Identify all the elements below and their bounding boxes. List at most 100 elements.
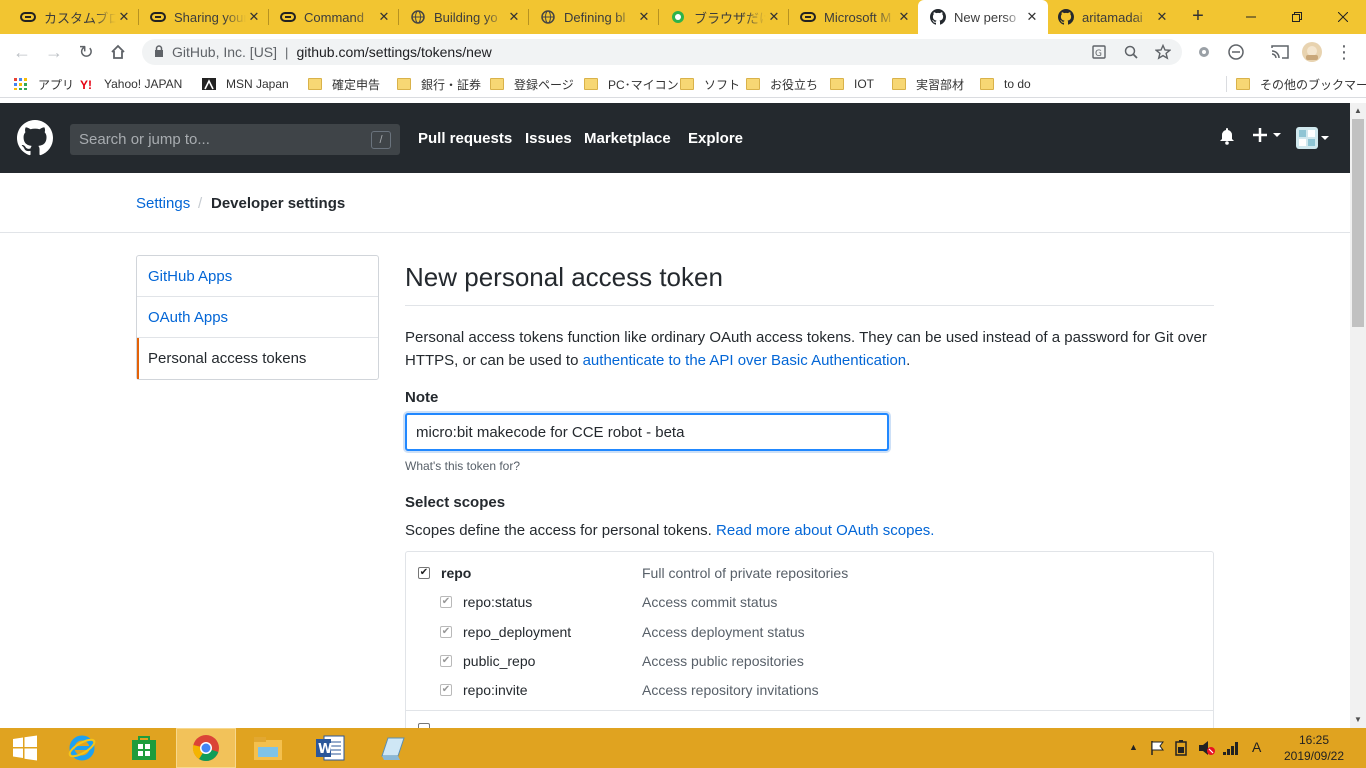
- breadcrumb-settings[interactable]: Settings: [136, 195, 190, 212]
- bookmark-yahoo[interactable]: Y! Yahoo! JAPAN: [80, 75, 182, 93]
- tab-0[interactable]: カスタムブロッ ✕: [0, 0, 140, 34]
- forward-icon[interactable]: →: [42, 40, 66, 64]
- taskbar-clock[interactable]: 16:25 2019/09/22: [1276, 732, 1352, 764]
- bookmark-folder-8[interactable]: 実習部材: [892, 75, 964, 93]
- home-icon[interactable]: [106, 40, 130, 64]
- yahoo-icon: Y!: [80, 78, 92, 92]
- bookmark-folder-4[interactable]: PC･マイコン: [584, 75, 679, 93]
- folder-icon: [680, 78, 694, 90]
- window-close-icon[interactable]: [1320, 0, 1366, 34]
- nav-pull-requests[interactable]: Pull requests: [418, 130, 512, 147]
- reload-icon[interactable]: ↻: [74, 40, 98, 64]
- scope-row-repo: ✔ repo Full control of private repositor…: [406, 563, 1213, 583]
- tab-8[interactable]: aritamadai ✕: [1048, 0, 1178, 34]
- bookmark-folder-9[interactable]: to do: [980, 75, 1031, 93]
- folder-icon: [584, 78, 598, 90]
- word-icon[interactable]: W: [300, 728, 360, 768]
- notepad-icon[interactable]: [362, 728, 422, 768]
- search-input[interactable]: Search or jump to... /: [70, 124, 400, 155]
- scopes-list: ✔ repo Full control of private repositor…: [405, 551, 1214, 731]
- internet-explorer-icon[interactable]: [52, 728, 112, 768]
- back-icon[interactable]: ←: [10, 40, 34, 64]
- browser-tab-strip: カスタムブロッ ✕ Sharing your ✕ Command ✕ Build…: [0, 0, 1366, 34]
- address-bar[interactable]: GitHub, Inc. [US] | github.com/settings/…: [142, 39, 1182, 65]
- profile-avatar[interactable]: [1300, 40, 1324, 64]
- bookmark-folder-1[interactable]: 確定申告: [308, 75, 380, 93]
- basic-auth-link[interactable]: authenticate to the API over Basic Authe…: [583, 352, 907, 369]
- close-icon[interactable]: ✕: [896, 9, 912, 25]
- bookmark-msn[interactable]: MSN Japan: [202, 75, 289, 93]
- file-explorer-icon[interactable]: [238, 728, 298, 768]
- menu-item-github-apps[interactable]: GitHub Apps: [137, 256, 378, 297]
- bookmark-folder-7[interactable]: IOT: [830, 75, 874, 93]
- new-tab-button[interactable]: +: [1186, 5, 1210, 29]
- clock-time: 16:25: [1298, 733, 1330, 747]
- store-icon[interactable]: [114, 728, 174, 768]
- network-signal-icon[interactable]: [1222, 740, 1240, 759]
- browser-menu-icon[interactable]: ⋮: [1332, 40, 1356, 64]
- tab-6[interactable]: Microsoft M ✕: [780, 0, 920, 34]
- bookmark-folder-2[interactable]: 銀行・証券: [397, 75, 481, 93]
- battery-icon[interactable]: [1174, 740, 1188, 759]
- restore-icon[interactable]: [1274, 0, 1320, 34]
- folder-icon: [830, 78, 844, 90]
- scopes-title: Select scopes: [405, 494, 506, 511]
- scroll-down-icon[interactable]: ▼: [1350, 712, 1366, 728]
- scope-checkbox-repo-invite[interactable]: ✔: [440, 684, 452, 696]
- oauth-scopes-link[interactable]: Read more about OAuth scopes.: [716, 522, 934, 539]
- extension-chat-icon[interactable]: [1224, 40, 1248, 64]
- developer-settings-menu: GitHub Apps OAuth Apps Personal access t…: [136, 255, 379, 380]
- scope-checkbox-public-repo[interactable]: ✔: [440, 655, 452, 667]
- chrome-icon[interactable]: [176, 728, 236, 768]
- note-label: Note: [405, 389, 439, 406]
- close-icon[interactable]: ✕: [1024, 9, 1040, 25]
- tab-4[interactable]: Defining bl ✕: [520, 0, 660, 34]
- tab-3[interactable]: Building yo ✕: [390, 0, 530, 34]
- tab-2[interactable]: Command ✕: [260, 0, 400, 34]
- translate-icon[interactable]: G: [1088, 41, 1110, 63]
- tab-1[interactable]: Sharing your ✕: [130, 0, 270, 34]
- bookmark-folder-6[interactable]: お役立ち: [746, 75, 818, 93]
- search-placeholder: Search or jump to...: [79, 131, 210, 148]
- scopes-description: Scopes define the access for personal to…: [405, 522, 935, 539]
- zoom-icon[interactable]: [1120, 41, 1142, 63]
- scope-checkbox-repo-status[interactable]: ✔: [440, 596, 452, 608]
- nav-explore[interactable]: Explore: [688, 130, 743, 147]
- bookmark-folder-5[interactable]: ソフト: [680, 75, 740, 93]
- scrollbar-thumb[interactable]: [1352, 119, 1364, 327]
- close-icon[interactable]: ✕: [1154, 9, 1170, 25]
- scroll-up-icon[interactable]: ▲: [1350, 103, 1366, 119]
- scope-checkbox-repo[interactable]: ✔: [418, 567, 430, 579]
- create-new-icon[interactable]: [1252, 127, 1282, 143]
- bell-icon[interactable]: [1219, 127, 1235, 145]
- tray-overflow-icon[interactable]: ▲: [1129, 742, 1138, 752]
- note-input[interactable]: [405, 413, 889, 451]
- tab-5[interactable]: ブラウザだけで ✕: [650, 0, 790, 34]
- nav-issues[interactable]: Issues: [525, 130, 572, 147]
- bookmark-apps[interactable]: アプリ: [14, 75, 74, 93]
- ime-indicator[interactable]: A: [1252, 739, 1261, 755]
- menu-item-personal-access-tokens[interactable]: Personal access tokens: [137, 338, 378, 379]
- bookmark-other[interactable]: その他のブックマーク: [1236, 75, 1366, 93]
- start-button[interactable]: [0, 728, 50, 768]
- extension-icon[interactable]: [1192, 40, 1216, 64]
- github-logo-icon[interactable]: [17, 120, 53, 156]
- cast-icon[interactable]: [1268, 40, 1292, 64]
- scope-checkbox-repo-deployment[interactable]: ✔: [440, 626, 452, 638]
- menu-item-oauth-apps[interactable]: OAuth Apps: [137, 297, 378, 338]
- minimize-icon[interactable]: [1228, 0, 1274, 34]
- apps-grid-icon: [14, 78, 27, 90]
- nav-marketplace[interactable]: Marketplace: [584, 130, 671, 147]
- search-shortcut-badge: /: [371, 131, 391, 149]
- user-avatar[interactable]: [1296, 127, 1330, 149]
- action-center-flag-icon[interactable]: [1150, 740, 1164, 759]
- volume-muted-icon[interactable]: [1198, 740, 1216, 759]
- bookmark-star-icon[interactable]: [1152, 41, 1174, 63]
- tab-label: New perso: [954, 9, 1017, 25]
- tab-7-active[interactable]: New perso ✕: [918, 0, 1048, 34]
- page-title: New personal access token: [405, 262, 1214, 306]
- page-scrollbar[interactable]: ▲ ▼: [1350, 103, 1366, 728]
- url-text: github.com/settings/tokens/new: [296, 44, 492, 60]
- github-icon: [930, 9, 946, 25]
- bookmark-folder-3[interactable]: 登録ページ: [490, 75, 574, 93]
